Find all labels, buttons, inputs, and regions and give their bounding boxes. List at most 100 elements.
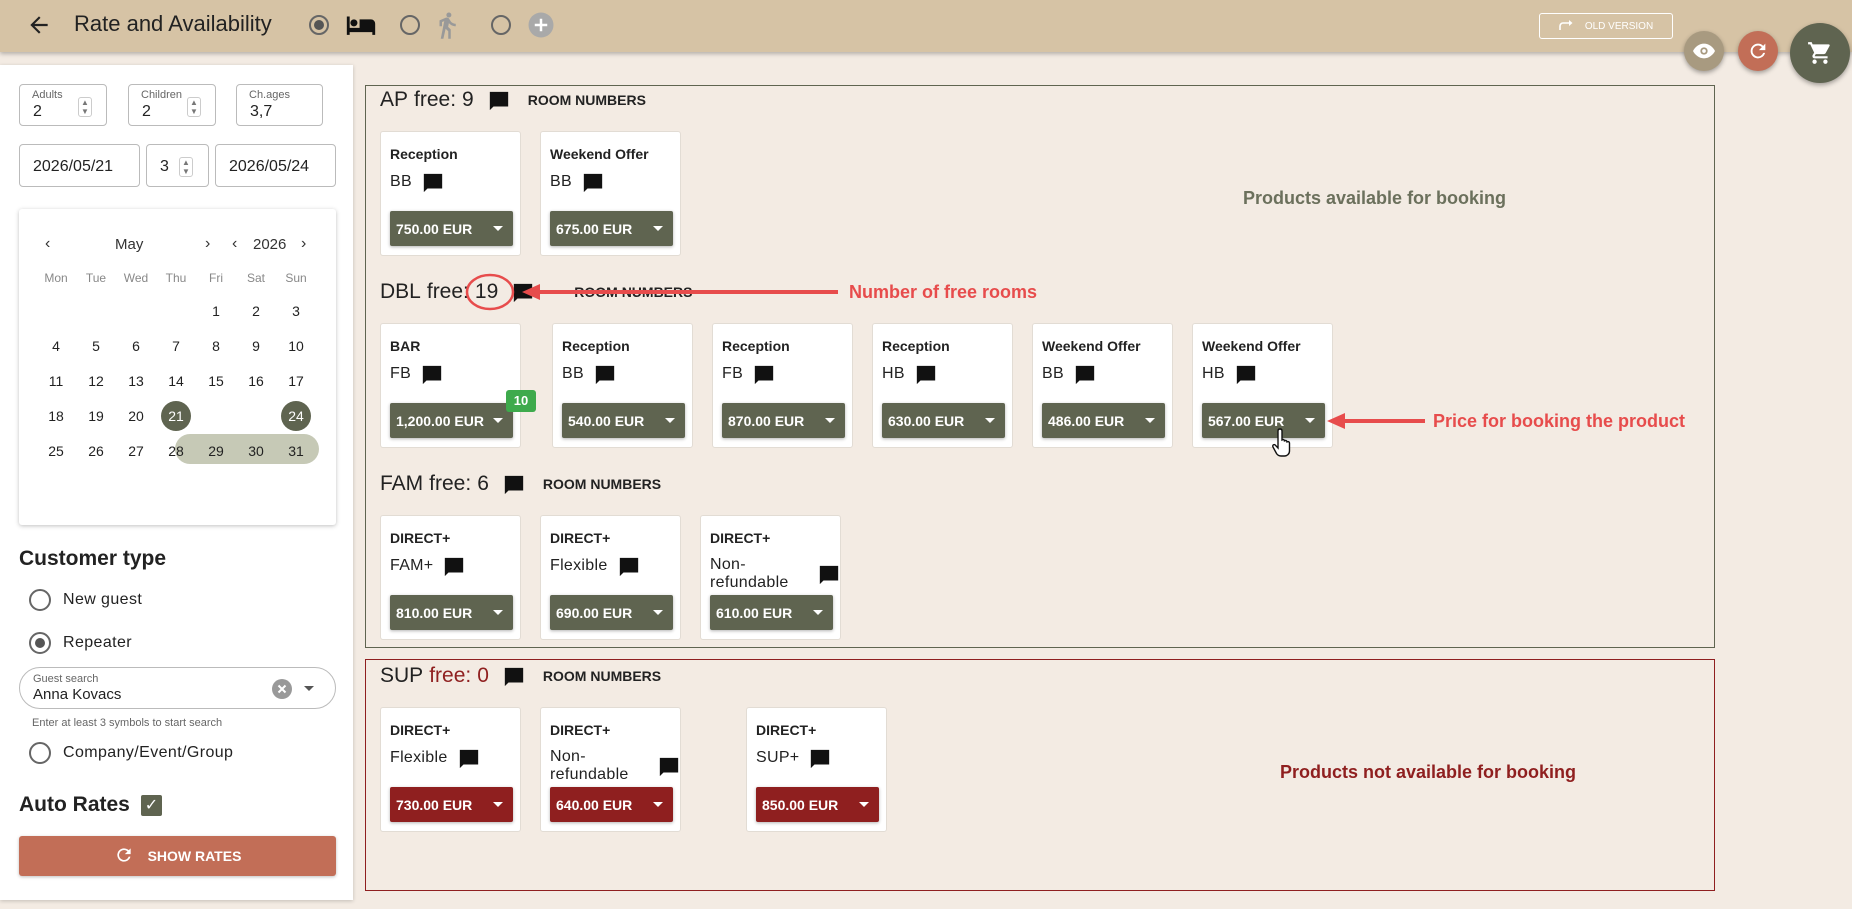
calendar-day[interactable]: 8 xyxy=(196,331,236,361)
comment-icon[interactable] xyxy=(582,172,604,193)
calendar-day[interactable]: 6 xyxy=(116,331,156,361)
guest-search-field[interactable]: Guest search Anna Kovacs xyxy=(19,667,336,709)
date-from-field[interactable]: 2026/05/21 xyxy=(19,144,140,187)
nights-value: 3 xyxy=(160,158,169,175)
price-button[interactable]: 730.00 EUR xyxy=(390,787,513,822)
adults-field[interactable]: Adults 2 ▲ ▼ xyxy=(19,84,107,126)
children-stepper[interactable]: ▲ ▼ xyxy=(187,97,201,117)
calendar-day[interactable]: 17 xyxy=(276,366,316,396)
auto-rates-checkbox[interactable]: ✓ xyxy=(141,795,162,816)
price-button[interactable]: 850.00 EUR xyxy=(756,787,879,822)
comment-icon[interactable] xyxy=(1074,364,1096,385)
comment-icon[interactable] xyxy=(421,364,443,385)
nights-field[interactable]: 3 ▲ ▼ xyxy=(146,144,209,187)
comment-icon[interactable] xyxy=(458,748,480,769)
price-button[interactable]: 690.00 EUR xyxy=(550,595,673,630)
calendar-day[interactable]: 3 xyxy=(276,296,316,326)
chevron-down-icon xyxy=(493,802,503,807)
room-numbers-link[interactable]: ROOM NUMBERS xyxy=(574,284,692,300)
price-button[interactable]: 540.00 EUR xyxy=(562,403,685,438)
show-rates-button[interactable]: SHOW RATES xyxy=(19,836,336,876)
adults-stepper[interactable]: ▲ ▼ xyxy=(78,97,92,117)
comment-icon[interactable] xyxy=(594,364,616,385)
comment-icon[interactable] xyxy=(915,364,937,385)
customer-option-repeater[interactable]: Repeater xyxy=(29,632,132,654)
price-button[interactable]: 810.00 EUR xyxy=(390,595,513,630)
calendar-day[interactable]: 31 xyxy=(276,436,316,466)
comment-icon[interactable] xyxy=(818,564,840,585)
calendar-day[interactable]: 23 xyxy=(236,401,276,431)
old-version-button[interactable]: OLD VERSION xyxy=(1539,13,1673,39)
calendar-day[interactable]: 2 xyxy=(236,296,276,326)
calendar-day[interactable]: 19 xyxy=(76,401,116,431)
calendar-day[interactable]: 7 xyxy=(156,331,196,361)
calendar-day[interactable]: 30 xyxy=(236,436,276,466)
date-to-value: 2026/05/24 xyxy=(229,158,310,175)
calendar-day[interactable]: 9 xyxy=(236,331,276,361)
price-button[interactable]: 640.00 EUR xyxy=(550,787,673,822)
calendar-day[interactable]: 24 xyxy=(276,401,316,431)
comment-icon[interactable] xyxy=(512,282,534,303)
comment-icon[interactable] xyxy=(1235,364,1257,385)
eye-icon[interactable] xyxy=(1684,31,1724,71)
calendar-day[interactable]: 13 xyxy=(116,366,156,396)
comment-icon[interactable] xyxy=(618,556,640,577)
chevron-down-icon xyxy=(653,226,663,231)
radio-repeater[interactable] xyxy=(29,632,51,654)
price-button[interactable]: 750.00 EUR xyxy=(390,211,513,246)
chevron-down-icon[interactable] xyxy=(304,686,314,691)
cart-icon[interactable] xyxy=(1790,23,1850,83)
calendar-day[interactable]: 22 xyxy=(196,401,236,431)
comment-icon[interactable] xyxy=(422,172,444,193)
calendar-day[interactable]: 27 xyxy=(116,436,156,466)
calendar-day[interactable]: 16 xyxy=(236,366,276,396)
refresh-icon[interactable] xyxy=(1738,31,1778,71)
calendar-day[interactable]: 18 xyxy=(36,401,76,431)
calendar-day[interactable]: 26 xyxy=(76,436,116,466)
calendar-day[interactable]: 25 xyxy=(36,436,76,466)
calendar-day[interactable]: 20 xyxy=(116,401,156,431)
price-button[interactable]: 1,200.00 EUR xyxy=(390,403,513,438)
room-numbers-link[interactable]: ROOM NUMBERS xyxy=(543,668,661,684)
price-button[interactable]: 630.00 EUR xyxy=(882,403,1005,438)
price-button[interactable]: 610.00 EUR xyxy=(710,595,833,630)
calendar-day[interactable]: 14 xyxy=(156,366,196,396)
calendar-day[interactable]: 4 xyxy=(36,331,76,361)
comment-icon[interactable] xyxy=(658,756,680,777)
calendar-day[interactable]: 15 xyxy=(196,366,236,396)
calendar-day[interactable]: 10 xyxy=(276,331,316,361)
radio-new-guest[interactable] xyxy=(29,589,51,611)
comment-icon[interactable] xyxy=(503,666,525,687)
radio-company[interactable] xyxy=(29,742,51,764)
price-button[interactable]: 675.00 EUR xyxy=(550,211,673,246)
calendar-day[interactable]: 21 xyxy=(156,401,196,431)
nights-stepper[interactable]: ▲ ▼ xyxy=(179,157,193,177)
mode-radio-extras[interactable] xyxy=(491,15,511,35)
price-button[interactable]: 870.00 EUR xyxy=(722,403,845,438)
comment-icon[interactable] xyxy=(488,90,510,111)
room-numbers-link[interactable]: ROOM NUMBERS xyxy=(528,92,646,108)
calendar-day[interactable]: 11 xyxy=(36,366,76,396)
mode-radio-accommodation[interactable] xyxy=(309,15,329,35)
children-ages-field[interactable]: Ch.ages 3,7 xyxy=(236,84,323,126)
comment-icon[interactable] xyxy=(753,364,775,385)
arrow-left-icon[interactable] xyxy=(26,12,52,38)
comment-icon[interactable] xyxy=(809,748,831,769)
price-button[interactable]: 567.00 EUR xyxy=(1202,403,1325,438)
chevron-down-icon xyxy=(813,610,823,615)
calendar-day[interactable]: 5 xyxy=(76,331,116,361)
comment-icon[interactable] xyxy=(443,556,465,577)
calendar-day[interactable]: 28 xyxy=(156,436,196,466)
children-field[interactable]: Children 2 ▲ ▼ xyxy=(128,84,216,126)
calendar-day[interactable]: 1 xyxy=(196,296,236,326)
price-button[interactable]: 486.00 EUR xyxy=(1042,403,1165,438)
customer-option-new-guest[interactable]: New guest xyxy=(29,589,142,611)
room-numbers-link[interactable]: ROOM NUMBERS xyxy=(543,476,661,492)
clear-icon[interactable] xyxy=(272,679,292,704)
calendar-day[interactable]: 29 xyxy=(196,436,236,466)
customer-option-company[interactable]: Company/Event/Group xyxy=(29,742,233,764)
calendar-day[interactable]: 12 xyxy=(76,366,116,396)
date-to-field[interactable]: 2026/05/24 xyxy=(215,144,336,187)
comment-icon[interactable] xyxy=(503,474,525,495)
mode-radio-activity[interactable] xyxy=(400,15,420,35)
